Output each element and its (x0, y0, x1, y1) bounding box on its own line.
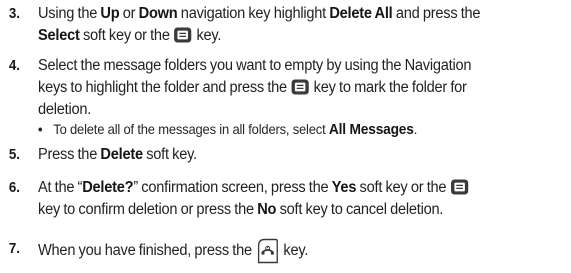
text-run: Select the message folders you want to e… (38, 57, 472, 74)
step-text: Select the message folders you want to e… (38, 55, 547, 121)
instruction-list: 3. Using the Up or Down navigation key h… (0, 0, 571, 273)
text-run: key to confirm deletion or press the (38, 201, 258, 218)
text-run: soft key or the (356, 179, 450, 196)
text-run: or (119, 5, 139, 22)
all-messages-term: All Messages (328, 122, 414, 138)
text-run: soft key. (142, 146, 197, 163)
select-key-term: Select (38, 27, 80, 44)
down-key-term: Down (138, 5, 178, 22)
step-text: When you have finished, press the key. (38, 238, 547, 264)
step-number: 6. (8, 180, 20, 196)
ok-key-icon (174, 27, 192, 50)
text-run: When you have finished, press the (38, 242, 256, 259)
text-run: deletion. (38, 101, 92, 118)
text-run: key. (193, 27, 222, 44)
ok-key-icon (451, 179, 469, 202)
text-run: . (413, 122, 418, 137)
bullet-dot: • (38, 122, 43, 137)
delete-all-term: Delete All (329, 5, 393, 22)
bullet-item: • To delete all of the messages in all fo… (38, 120, 417, 140)
step-number: 3. (8, 6, 20, 22)
step-number: 7. (8, 241, 20, 257)
up-key-term: Up (100, 5, 120, 22)
delete-key-term: Delete (100, 146, 143, 163)
text-run: ” confirmation screen, press the (133, 179, 332, 196)
text-run: navigation key highlight (177, 5, 330, 22)
step-number: 4. (8, 58, 20, 74)
text-run: Press the (38, 146, 101, 163)
text-run: Using the (38, 5, 101, 22)
ok-key-icon (291, 79, 309, 102)
step-number: 5. (8, 147, 20, 163)
step-text: At the “Delete?” confirmation screen, pr… (38, 177, 547, 221)
delete-prompt-term: Delete? (82, 179, 134, 196)
text-run: key to mark the folder for (310, 79, 467, 96)
text-run: soft key or the (79, 27, 174, 44)
text-run: soft key to cancel deletion. (276, 201, 444, 218)
end-key-icon (256, 238, 279, 271)
text-run: To delete all of the messages in all fol… (53, 122, 329, 137)
yes-key-term: Yes (331, 179, 357, 196)
text-run: At the “ (38, 179, 83, 196)
step-text: Press the Delete soft key. (38, 144, 547, 166)
no-key-term: No (257, 201, 277, 218)
step-text: Using the Up or Down navigation key high… (38, 3, 547, 47)
text-run: key. (280, 242, 309, 259)
text-run: and press the (392, 5, 481, 22)
text-run: keys to highlight the folder and press t… (38, 79, 291, 96)
